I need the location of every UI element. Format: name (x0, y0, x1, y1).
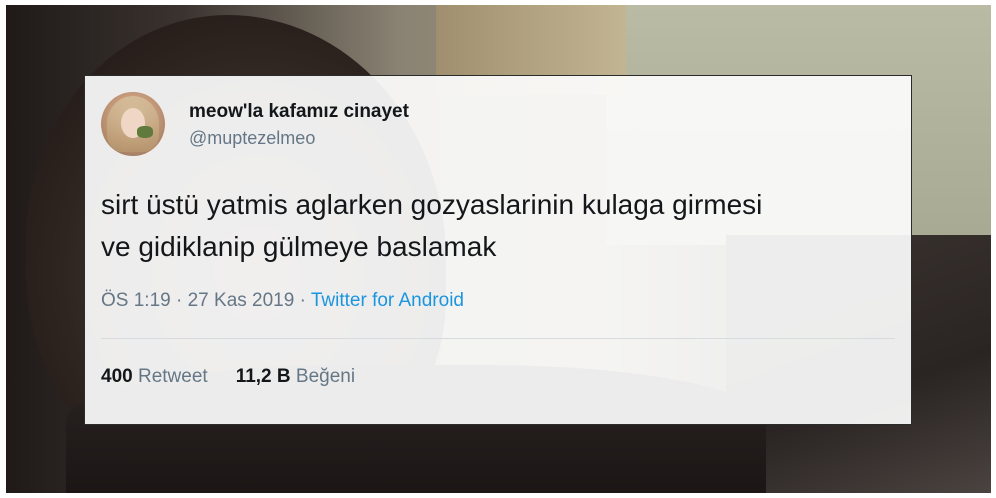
divider (101, 338, 895, 339)
meta-separator: · (294, 290, 311, 311)
tweet-source-link[interactable]: Twitter for Android (311, 290, 464, 311)
like-stat[interactable]: 11,2 B Beğeni (236, 366, 355, 387)
tweet-card: meow'la kafamız cinayet @muptezelmeo sir… (84, 75, 912, 425)
tweet-date[interactable]: 27 Kas 2019 (188, 290, 295, 311)
user-handle[interactable]: @muptezelmeo (189, 128, 315, 149)
tweet-text: sirt üstü yatmis aglarken gozyaslarinin … (101, 184, 901, 268)
meta-separator: · (170, 290, 188, 311)
tweet-meta: ÖS 1:19 · 27 Kas 2019 · Twitter for Andr… (101, 290, 464, 312)
retweet-count: 400 (101, 366, 133, 387)
avatar-hand (137, 126, 153, 138)
tweet-stats: 400 Retweet 11,2 B Beğeni (101, 366, 355, 388)
tweet-text-line-2: ve gidiklanip gülmeye baslamak (101, 231, 497, 262)
tweet-text-line-1: sirt üstü yatmis aglarken gozyaslarinin … (101, 189, 763, 220)
display-name[interactable]: meow'la kafamız cinayet (189, 101, 409, 123)
avatar[interactable] (101, 92, 165, 156)
retweet-label: Retweet (137, 366, 208, 387)
tweet-time[interactable]: ÖS 1:19 (101, 290, 171, 311)
like-count: 11,2 B (235, 366, 291, 387)
retweet-stat[interactable]: 400 Retweet (101, 366, 208, 387)
like-label: Beğeni (295, 366, 356, 387)
